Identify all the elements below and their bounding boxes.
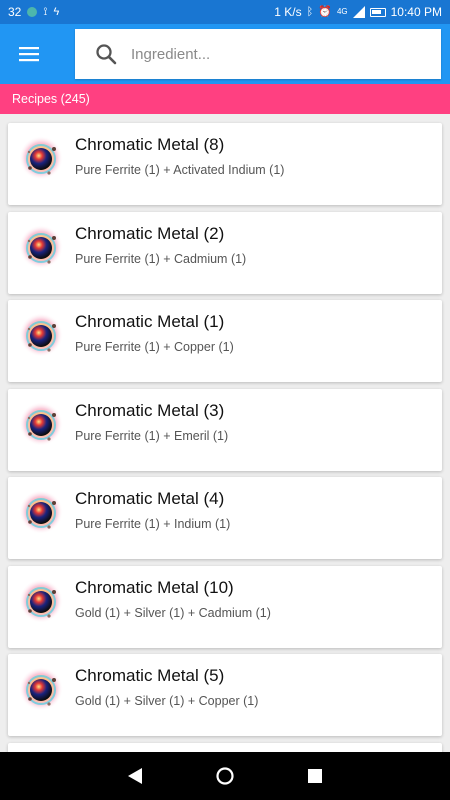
recipe-ingredients: Pure Ferrite (1) + Cadmium (1) xyxy=(75,251,247,266)
charging-bolt-icon: ϟ xyxy=(53,5,60,18)
recipe-card[interactable]: Chromatic Metal (5) Gold (1) + Silver (1… xyxy=(8,654,442,736)
chromatic-metal-icon xyxy=(18,577,64,624)
system-nav-bar xyxy=(0,752,450,800)
recipe-ingredients: Gold (1) + Silver (1) + Cadmium (1) xyxy=(75,605,271,620)
clock: 10:40 PM xyxy=(390,5,442,19)
recipe-title: Chromatic Metal (8) xyxy=(75,135,225,154)
recents-button[interactable] xyxy=(295,756,335,796)
search-icon xyxy=(96,44,117,65)
recipe-title: Chromatic Metal (5) xyxy=(75,666,225,685)
status-left-text: 32 xyxy=(8,5,22,19)
recipe-ingredients: Pure Ferrite (1) + Copper (1) xyxy=(75,340,234,354)
recipe-title: Chromatic Metal (1) xyxy=(75,312,225,331)
app-notification-icon xyxy=(27,7,38,17)
recipe-ingredients: Gold (1) + Silver (1) + Copper (1) xyxy=(75,694,259,708)
chromatic-metal-icon xyxy=(18,666,64,712)
recipe-ingredients: Pure Ferrite (1) + Emeril (1) xyxy=(75,428,229,443)
app-bar xyxy=(0,24,450,84)
recipe-card[interactable]: Chromatic Metal (8) Pure Ferrite (1) + A… xyxy=(8,123,442,205)
ingredient-search-input[interactable] xyxy=(131,45,411,63)
recipe-list[interactable]: Chromatic Metal (8) Pure Ferrite (1) + A… xyxy=(8,123,442,769)
search-box[interactable] xyxy=(75,29,441,79)
chromatic-metal-icon xyxy=(18,489,64,535)
network-speed: 1 K/s xyxy=(274,5,302,19)
recipe-title: Chromatic Metal (3) xyxy=(75,400,225,420)
chromatic-metal-icon xyxy=(18,312,64,358)
recipe-card[interactable]: Chromatic Metal (3) Pure Ferrite (1) + E… xyxy=(8,388,442,471)
signal-icon xyxy=(352,6,365,18)
status-bar: 32 ⟟ ϟ 1 K/s ᛒ ⏰ 4G 10:40 PM xyxy=(0,0,450,24)
recipe-title: Chromatic Metal (4) xyxy=(75,489,225,508)
menu-button[interactable] xyxy=(0,24,58,84)
recipe-title: Chromatic Metal (2) xyxy=(75,223,225,243)
recents-icon xyxy=(308,769,322,783)
recipe-ingredients: Pure Ferrite (1) + Indium (1) xyxy=(75,517,231,531)
recipe-card[interactable]: Chromatic Metal (4) Pure Ferrite (1) + I… xyxy=(8,477,442,559)
chromatic-metal-icon xyxy=(18,400,64,447)
menu-icon xyxy=(19,47,39,62)
home-icon xyxy=(216,767,234,785)
recipe-count-bar: Recipes (245) xyxy=(0,84,450,114)
recipe-card[interactable]: Chromatic Metal (1) Pure Ferrite (1) + C… xyxy=(8,300,442,382)
recipe-ingredients: Pure Ferrite (1) + Activated Indium (1) xyxy=(75,163,285,177)
bluetooth-icon: ᛒ xyxy=(306,5,314,18)
battery-icon xyxy=(369,7,386,17)
back-icon xyxy=(128,768,142,784)
alarm-icon: ⏰ xyxy=(318,5,332,18)
recipe-count-label: Recipes (245) xyxy=(12,92,90,106)
recipe-title: Chromatic Metal (10) xyxy=(75,577,234,597)
back-button[interactable] xyxy=(115,756,155,796)
usb-icon: ⟟ xyxy=(43,5,48,18)
chromatic-metal-icon xyxy=(18,135,64,181)
home-button[interactable] xyxy=(205,756,245,796)
recipe-card[interactable]: Chromatic Metal (10) Gold (1) + Silver (… xyxy=(8,565,442,648)
recipe-card[interactable]: Chromatic Metal (2) Pure Ferrite (1) + C… xyxy=(8,211,442,294)
chromatic-metal-icon xyxy=(18,223,64,270)
network-type-label: 4G xyxy=(336,7,348,16)
